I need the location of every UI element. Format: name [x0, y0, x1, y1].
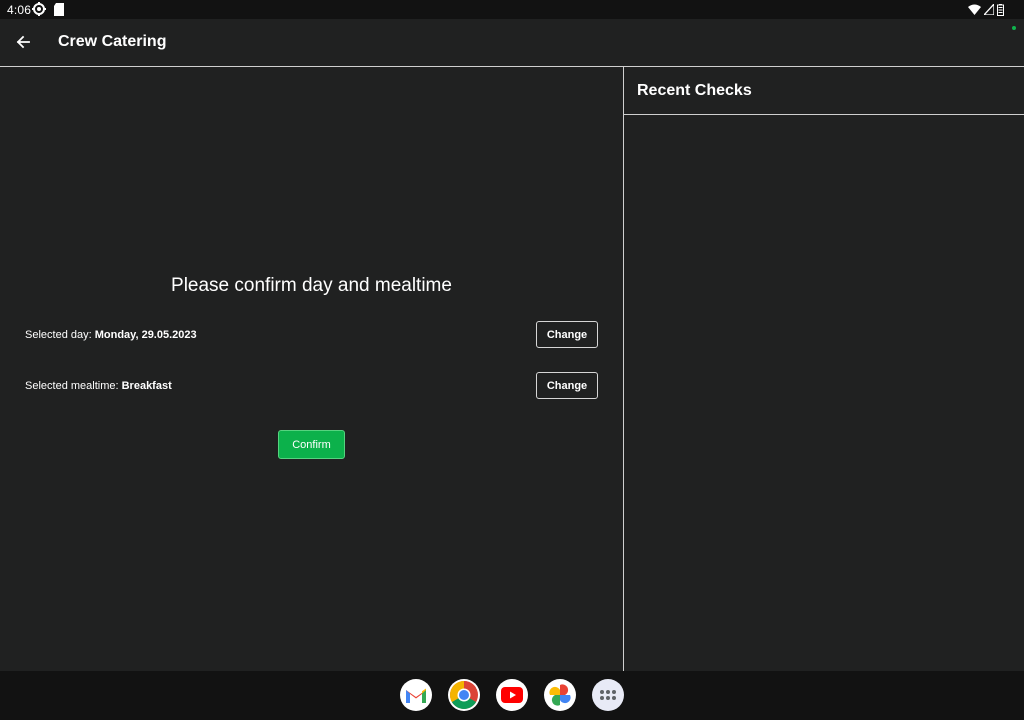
app-drawer-dots-icon	[600, 690, 616, 700]
photos-icon[interactable]	[544, 679, 576, 711]
status-time: 4:06	[7, 3, 32, 17]
screen: 4:06 Crew Catering Please confirm day an…	[0, 0, 1024, 720]
back-button[interactable]	[8, 27, 38, 57]
change-day-button[interactable]: Change	[536, 321, 598, 348]
battery-icon	[997, 3, 1004, 16]
app-title: Crew Catering	[58, 33, 167, 50]
activity-indicator-dot	[1012, 26, 1016, 30]
photos-logo-icon	[549, 684, 571, 706]
youtube-icon[interactable]	[496, 679, 528, 711]
gmail-logo-icon	[406, 688, 426, 703]
app-drawer-icon[interactable]	[592, 679, 624, 711]
chrome-logo-icon	[450, 681, 478, 709]
selected-day-value: Monday, 29.05.2023	[94, 329, 197, 341]
confirm-prompt: Please confirm day and mealtime	[171, 275, 452, 296]
wifi-icon	[968, 4, 981, 15]
selected-day-row: Selected day: Monday, 29.05.2023 Change	[25, 321, 598, 351]
recent-checks-title: Recent Checks	[637, 82, 752, 99]
gmail-icon[interactable]	[400, 679, 432, 711]
selected-mealtime-value: Breakfast	[121, 380, 172, 392]
selected-mealtime-label: Selected mealtime:	[25, 380, 122, 392]
youtube-logo-icon	[501, 687, 523, 703]
main-pane: Please confirm day and mealtime Selected…	[0, 67, 624, 671]
status-icons	[968, 3, 1004, 16]
status-bar: 4:06	[0, 0, 1024, 19]
change-mealtime-button[interactable]: Change	[536, 372, 598, 399]
app-bar: Crew Catering	[0, 19, 1024, 67]
selected-mealtime-text: Selected mealtime: Breakfast	[25, 380, 172, 392]
taskbar	[0, 671, 1024, 720]
arrow-back-icon	[16, 35, 30, 49]
settings-gear-icon	[32, 2, 46, 16]
sd-card-icon	[54, 3, 64, 16]
chrome-icon[interactable]	[448, 679, 480, 711]
selected-mealtime-row: Selected mealtime: Breakfast Change	[25, 372, 598, 402]
cell-signal-icon	[984, 4, 994, 15]
selected-day-text: Selected day: Monday, 29.05.2023	[25, 329, 197, 341]
confirm-button[interactable]: Confirm	[278, 430, 345, 459]
recent-checks-header: Recent Checks	[624, 67, 1024, 115]
recent-checks-pane: Recent Checks	[624, 67, 1024, 671]
app-dock	[400, 679, 624, 711]
selected-day-label: Selected day:	[25, 329, 95, 341]
